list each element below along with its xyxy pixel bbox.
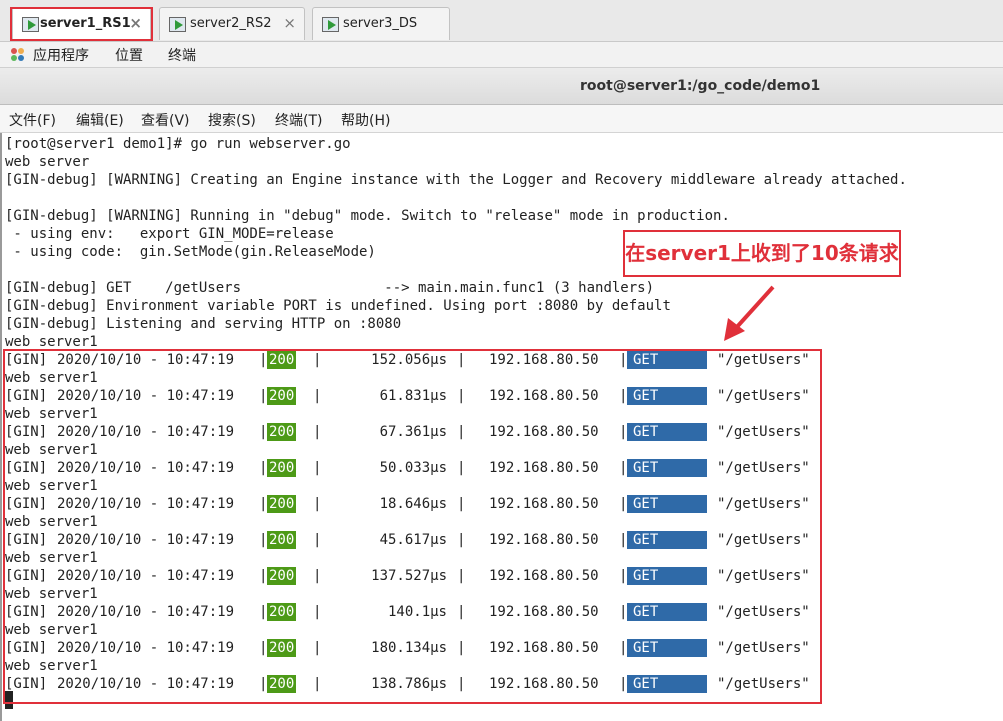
terminal-line: [GIN-debug] Listening and serving HTTP o… <box>5 316 402 332</box>
menu-places[interactable]: 位置 <box>115 45 143 65</box>
active-tab-highlight <box>10 7 153 41</box>
tab-server3[interactable]: server3_DS <box>312 7 450 40</box>
menu-view[interactable]: 查看(V) <box>141 110 190 130</box>
annotation-callout: 在server1上收到了10条请求 <box>623 230 901 277</box>
menu-applications[interactable]: 应用程序 <box>33 45 89 65</box>
terminal-icon <box>169 17 186 32</box>
terminal-line: [GIN-debug] [WARNING] Creating an Engine… <box>5 172 907 188</box>
close-icon[interactable]: × <box>283 14 296 32</box>
menu-search[interactable]: 搜索(S) <box>208 110 256 130</box>
annotation-arrow-icon <box>724 285 775 341</box>
menu-file[interactable]: 文件(F) <box>9 110 56 130</box>
menu-edit[interactable]: 编辑(E) <box>76 110 124 130</box>
menu-terminal[interactable]: 终端 <box>168 45 196 65</box>
terminal-line: web server <box>5 154 90 170</box>
tab-label: server2_RS2 <box>190 16 272 31</box>
tab-label: server3_DS <box>343 16 418 31</box>
window-title-bar: root@server1:/go_code/demo1 <box>0 68 1003 105</box>
applications-icon <box>11 48 25 62</box>
app-menu-bar: 应用程序 位置 终端 <box>0 42 1003 68</box>
terminal-menu-bar: 文件(F) 编辑(E) 查看(V) 搜索(S) 终端(T) 帮助(H) <box>0 105 1003 133</box>
terminal-line: [GIN-debug] [WARNING] Running in "debug"… <box>5 208 730 224</box>
terminal-line: [root@server1 demo1]# go run webserver.g… <box>5 136 351 152</box>
log-highlight-box <box>3 349 822 704</box>
terminal-line: - using env: export GIN_MODE=release <box>5 226 334 242</box>
terminal-line: [GIN-debug] GET /getUsers --> main.main.… <box>5 280 655 296</box>
terminal-line: - using code: gin.SetMode(gin.ReleaseMod… <box>5 244 376 260</box>
menu-terminal-t[interactable]: 终端(T) <box>275 110 322 130</box>
tab-server2[interactable]: server2_RS2 × <box>159 7 305 40</box>
menu-help[interactable]: 帮助(H) <box>341 110 390 130</box>
window-title: root@server1:/go_code/demo1 <box>580 78 821 94</box>
terminal-icon <box>322 17 339 32</box>
terminal-line: [GIN-debug] Environment variable PORT is… <box>5 298 671 314</box>
